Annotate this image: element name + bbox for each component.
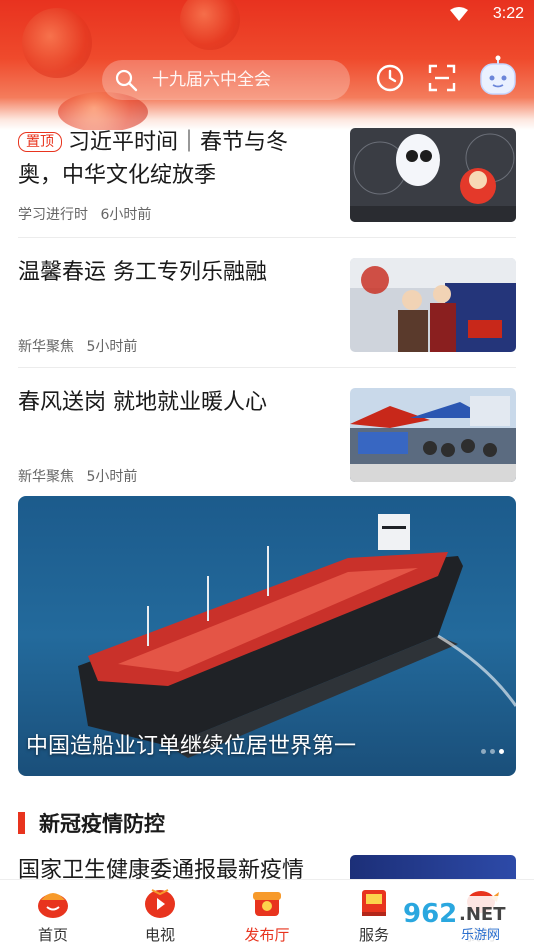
news-time: 6小时前	[100, 207, 152, 223]
header: 3:22	[0, 0, 534, 130]
feature-banner[interactable]: 中国造船业订单继续位居世界第一	[18, 496, 516, 776]
site-watermark-logo: 962 .NET 乐游网	[397, 896, 529, 944]
home-icon	[38, 893, 68, 918]
news-source: 学习进行时	[18, 207, 88, 223]
news-meta: 新华聚焦 5小时前	[18, 466, 137, 486]
wifi-icon	[450, 7, 468, 21]
status-bar: 3:22	[0, 0, 534, 30]
svg-text:962: 962	[403, 899, 457, 929]
svg-text:乐游网: 乐游网	[461, 928, 500, 943]
carousel-dot	[481, 749, 486, 754]
nav-tv[interactable]: 电视	[120, 880, 200, 949]
news-meta: 新华聚焦 5小时前	[18, 336, 137, 356]
carousel-indicator	[481, 749, 504, 754]
svg-text:.NET: .NET	[459, 904, 506, 925]
assistant-robot-icon[interactable]	[478, 55, 518, 99]
status-time: 3:22	[492, 5, 524, 22]
pinned-badge: 置顶	[18, 132, 62, 152]
carousel-dot	[490, 749, 495, 754]
news-item[interactable]: 置顶 习近平时间｜春节与冬奥，中华文化绽放季 学习进行时 6小时前	[18, 118, 516, 238]
search-icon	[115, 69, 138, 92]
news-item[interactable]: 春风送岗 就地就业暖人心 新华聚焦 5小时前	[18, 378, 516, 498]
section-title: 新冠疫情防控	[39, 812, 165, 836]
news-time: 5小时前	[86, 469, 138, 485]
nav-home[interactable]: 首页	[13, 880, 93, 949]
news-thumbnail	[350, 388, 516, 482]
nav-label: 发布厅	[244, 926, 290, 944]
news-thumbnail	[350, 258, 516, 352]
search-input[interactable]	[152, 70, 332, 90]
news-title: 春风送岗 就地就业暖人心	[18, 390, 267, 415]
banner-caption: 中国造船业订单继续位居世界第一	[26, 734, 357, 759]
news-source: 新华聚焦	[18, 469, 74, 485]
search-bar[interactable]	[102, 60, 350, 100]
section-accent-bar	[18, 812, 25, 834]
news-title: 温馨春运 务工专列乐融融	[18, 260, 267, 285]
carousel-dot-active	[499, 749, 504, 754]
news-meta: 学习进行时 6小时前	[18, 204, 151, 224]
nav-release-hall[interactable]: 发布厅	[227, 880, 307, 949]
section-header: 新冠疫情防控	[18, 808, 165, 838]
news-source: 新华聚焦	[18, 339, 74, 355]
nav-label: 首页	[37, 926, 68, 944]
news-thumbnail	[350, 128, 516, 222]
release-hall-icon	[253, 892, 281, 916]
nav-label: 电视	[144, 926, 175, 944]
tv-icon	[145, 889, 175, 918]
news-item[interactable]: 温馨春运 务工专列乐融融 新华聚焦 5小时前	[18, 248, 516, 368]
news-time: 5小时前	[86, 339, 138, 355]
news-title: 置顶 习近平时间｜春节与冬奥，中华文化绽放季	[18, 126, 330, 192]
scan-icon[interactable]	[427, 63, 457, 93]
clock-icon[interactable]	[375, 63, 405, 93]
service-icon	[362, 890, 386, 916]
